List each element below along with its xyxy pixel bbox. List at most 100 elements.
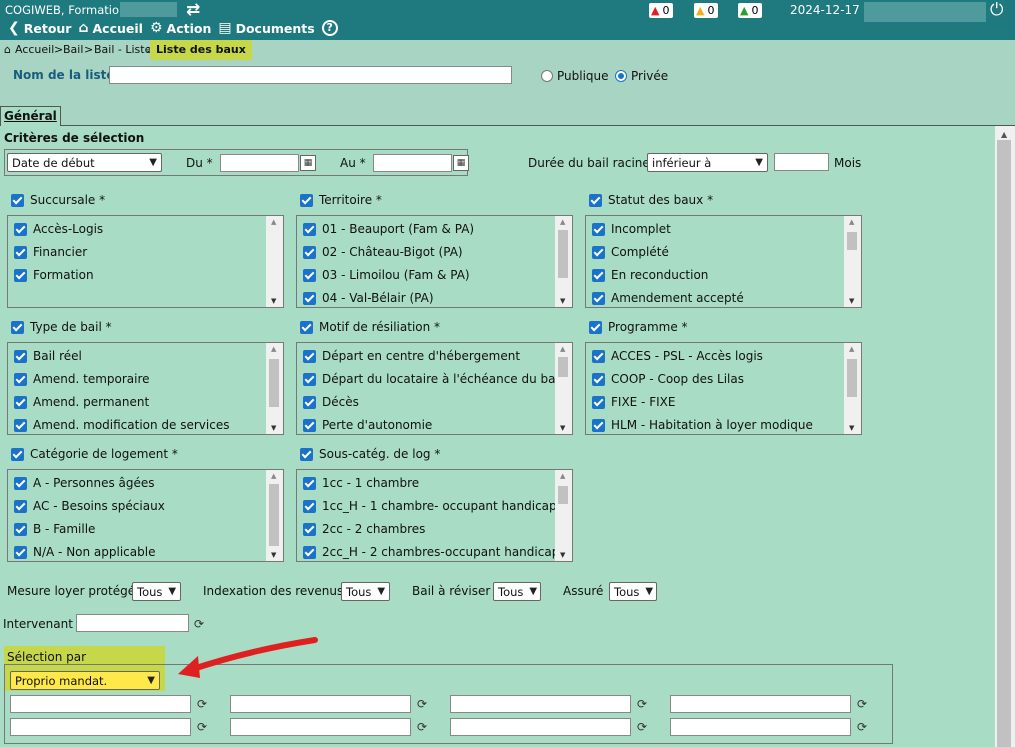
- radio-publique[interactable]: Publique: [541, 69, 609, 83]
- list-item[interactable]: 02 - Château-Bigot (PA): [303, 245, 463, 259]
- scroll-down-icon[interactable]: ▼: [849, 297, 854, 305]
- lookup-icon[interactable]: ⟳: [634, 696, 650, 712]
- checkbox[interactable]: [14, 476, 27, 490]
- lookup-icon[interactable]: ⟳: [194, 719, 210, 735]
- selection-input-5[interactable]: [10, 718, 191, 736]
- list-item[interactable]: 03 - Limoilou (Fam & PA): [303, 268, 470, 282]
- checkbox[interactable]: [303, 499, 316, 513]
- scroll-down-icon[interactable]: ▼: [271, 297, 276, 305]
- indexation-select[interactable]: Tous ▼: [341, 582, 390, 601]
- list-item[interactable]: Amendement accepté: [592, 291, 744, 305]
- list-item[interactable]: Financier: [14, 245, 87, 259]
- bail-reviser-select[interactable]: Tous ▼: [493, 582, 541, 601]
- lookup-icon[interactable]: ⟳: [414, 696, 430, 712]
- power-icon[interactable]: ⏻: [990, 0, 1003, 20]
- checkbox[interactable]: [303, 418, 316, 432]
- checkbox[interactable]: [14, 418, 27, 432]
- checkbox[interactable]: [14, 268, 27, 282]
- checkbox[interactable]: [592, 222, 605, 236]
- list-scrollbar[interactable]: ▲ ▼: [844, 216, 861, 307]
- list-item[interactable]: HLM - Habitation à loyer modique: [592, 418, 813, 432]
- home-button[interactable]: ⌂ Accueil: [78, 20, 142, 36]
- list-scroll-thumb[interactable]: [847, 232, 857, 250]
- scroll-down-icon[interactable]: ▼: [271, 424, 276, 432]
- date-type-select[interactable]: Date de début ▼: [7, 153, 162, 172]
- group-succursale-header[interactable]: Succursale *: [11, 193, 105, 207]
- list-item[interactable]: Départ du locataire à l'échéance du bail: [303, 372, 562, 386]
- switch-icon[interactable]: ⇄: [186, 0, 200, 20]
- scroll-down-icon[interactable]: ▼: [271, 551, 276, 559]
- scroll-up-icon[interactable]: ▲: [271, 345, 276, 353]
- checkbox[interactable]: [303, 522, 316, 536]
- selection-input-2[interactable]: [230, 695, 411, 713]
- list-item[interactable]: Décès: [303, 395, 359, 409]
- lookup-icon[interactable]: ⟳: [414, 719, 430, 735]
- radio-publique-dot[interactable]: [541, 70, 553, 82]
- list-scrollbar[interactable]: ▲ ▼: [555, 216, 572, 307]
- list-item[interactable]: Départ en centre d'hébergement: [303, 349, 520, 363]
- list-item[interactable]: Bail réel: [14, 349, 82, 363]
- checkbox[interactable]: [300, 193, 313, 207]
- scroll-down-icon[interactable]: ▼: [560, 424, 565, 432]
- list-scrollbar[interactable]: ▲ ▼: [266, 470, 283, 561]
- checkbox[interactable]: [303, 268, 316, 282]
- duree-input[interactable]: [774, 153, 829, 171]
- list-scroll-thumb[interactable]: [558, 486, 568, 504]
- selection-input-6[interactable]: [230, 718, 411, 736]
- list-scroll-thumb[interactable]: [558, 230, 568, 278]
- group-sous-categ-header[interactable]: Sous-catég. de log *: [300, 447, 440, 461]
- assure-select[interactable]: Tous ▼: [609, 582, 657, 601]
- documents-button[interactable]: ▤ Documents: [218, 20, 314, 36]
- date-du-input[interactable]: [220, 154, 299, 172]
- radio-privee[interactable]: Privée: [615, 69, 668, 83]
- checkbox[interactable]: [303, 476, 316, 490]
- list-scroll-thumb[interactable]: [269, 484, 279, 546]
- list-item[interactable]: Amend. temporaire: [14, 372, 150, 386]
- list-item[interactable]: 04 - Val-Bélair (PA): [303, 291, 434, 305]
- list-item[interactable]: COOP - Coop des Lilas: [592, 372, 744, 386]
- scroll-up-icon[interactable]: ▲: [849, 345, 854, 353]
- back-button[interactable]: ❮ Retour: [8, 20, 71, 36]
- list-item[interactable]: AC - Besoins spéciaux: [14, 499, 165, 513]
- checkbox[interactable]: [592, 349, 605, 363]
- selection-input-8[interactable]: [670, 718, 851, 736]
- scroll-up-icon[interactable]: ▲: [271, 472, 276, 480]
- list-item[interactable]: 1cc_H - 1 chambre- occupant handicapé: [303, 499, 564, 513]
- list-item[interactable]: ACCES - PSL - Accès logis: [592, 349, 763, 363]
- categorie-list[interactable]: A - Personnes âgées AC - Besoins spéciau…: [7, 469, 284, 562]
- group-territoire-header[interactable]: Territoire *: [300, 193, 382, 207]
- checkbox[interactable]: [303, 372, 316, 386]
- alert-orange[interactable]: ▲ 0: [694, 3, 719, 18]
- list-item[interactable]: Amend. permanent: [14, 395, 149, 409]
- group-motif-header[interactable]: Motif de résiliation *: [300, 320, 440, 334]
- scroll-up-icon[interactable]: ▲: [849, 218, 854, 226]
- checkbox[interactable]: [592, 395, 605, 409]
- checkbox[interactable]: [592, 245, 605, 259]
- scroll-down-icon[interactable]: ▼: [849, 424, 854, 432]
- action-button[interactable]: ⚙ Action: [150, 20, 211, 36]
- checkbox[interactable]: [592, 418, 605, 432]
- calendar-icon[interactable]: ▦: [453, 155, 469, 171]
- lookup-icon[interactable]: ⟳: [634, 719, 650, 735]
- scroll-down-icon[interactable]: ▼: [560, 551, 565, 559]
- scroll-up-icon[interactable]: ▲: [1001, 130, 1007, 139]
- checkbox[interactable]: [589, 320, 602, 334]
- list-item[interactable]: N/A - Non applicable: [14, 545, 155, 559]
- help-icon[interactable]: ?: [321, 20, 338, 36]
- list-item[interactable]: Accès-Logis: [14, 222, 103, 236]
- group-statut-header[interactable]: Statut des baux *: [589, 193, 713, 207]
- succursale-list[interactable]: Accès-Logis Financier Formation ▲ ▼: [7, 215, 284, 308]
- list-item[interactable]: A - Personnes âgées: [14, 476, 155, 490]
- selection-input-3[interactable]: [450, 695, 631, 713]
- checkbox[interactable]: [303, 245, 316, 259]
- checkbox[interactable]: [300, 447, 313, 461]
- breadcrumb-bail[interactable]: Bail: [63, 43, 83, 56]
- checkbox[interactable]: [14, 222, 27, 236]
- list-scroll-thumb[interactable]: [558, 357, 568, 377]
- list-item[interactable]: En reconduction: [592, 268, 708, 282]
- checkbox[interactable]: [592, 291, 605, 305]
- breadcrumb-bail-liste[interactable]: Bail - Liste: [94, 43, 151, 56]
- checkbox[interactable]: [11, 320, 24, 334]
- statut-list[interactable]: Incomplet Complété En reconduction Amend…: [585, 215, 862, 308]
- checkbox[interactable]: [14, 395, 27, 409]
